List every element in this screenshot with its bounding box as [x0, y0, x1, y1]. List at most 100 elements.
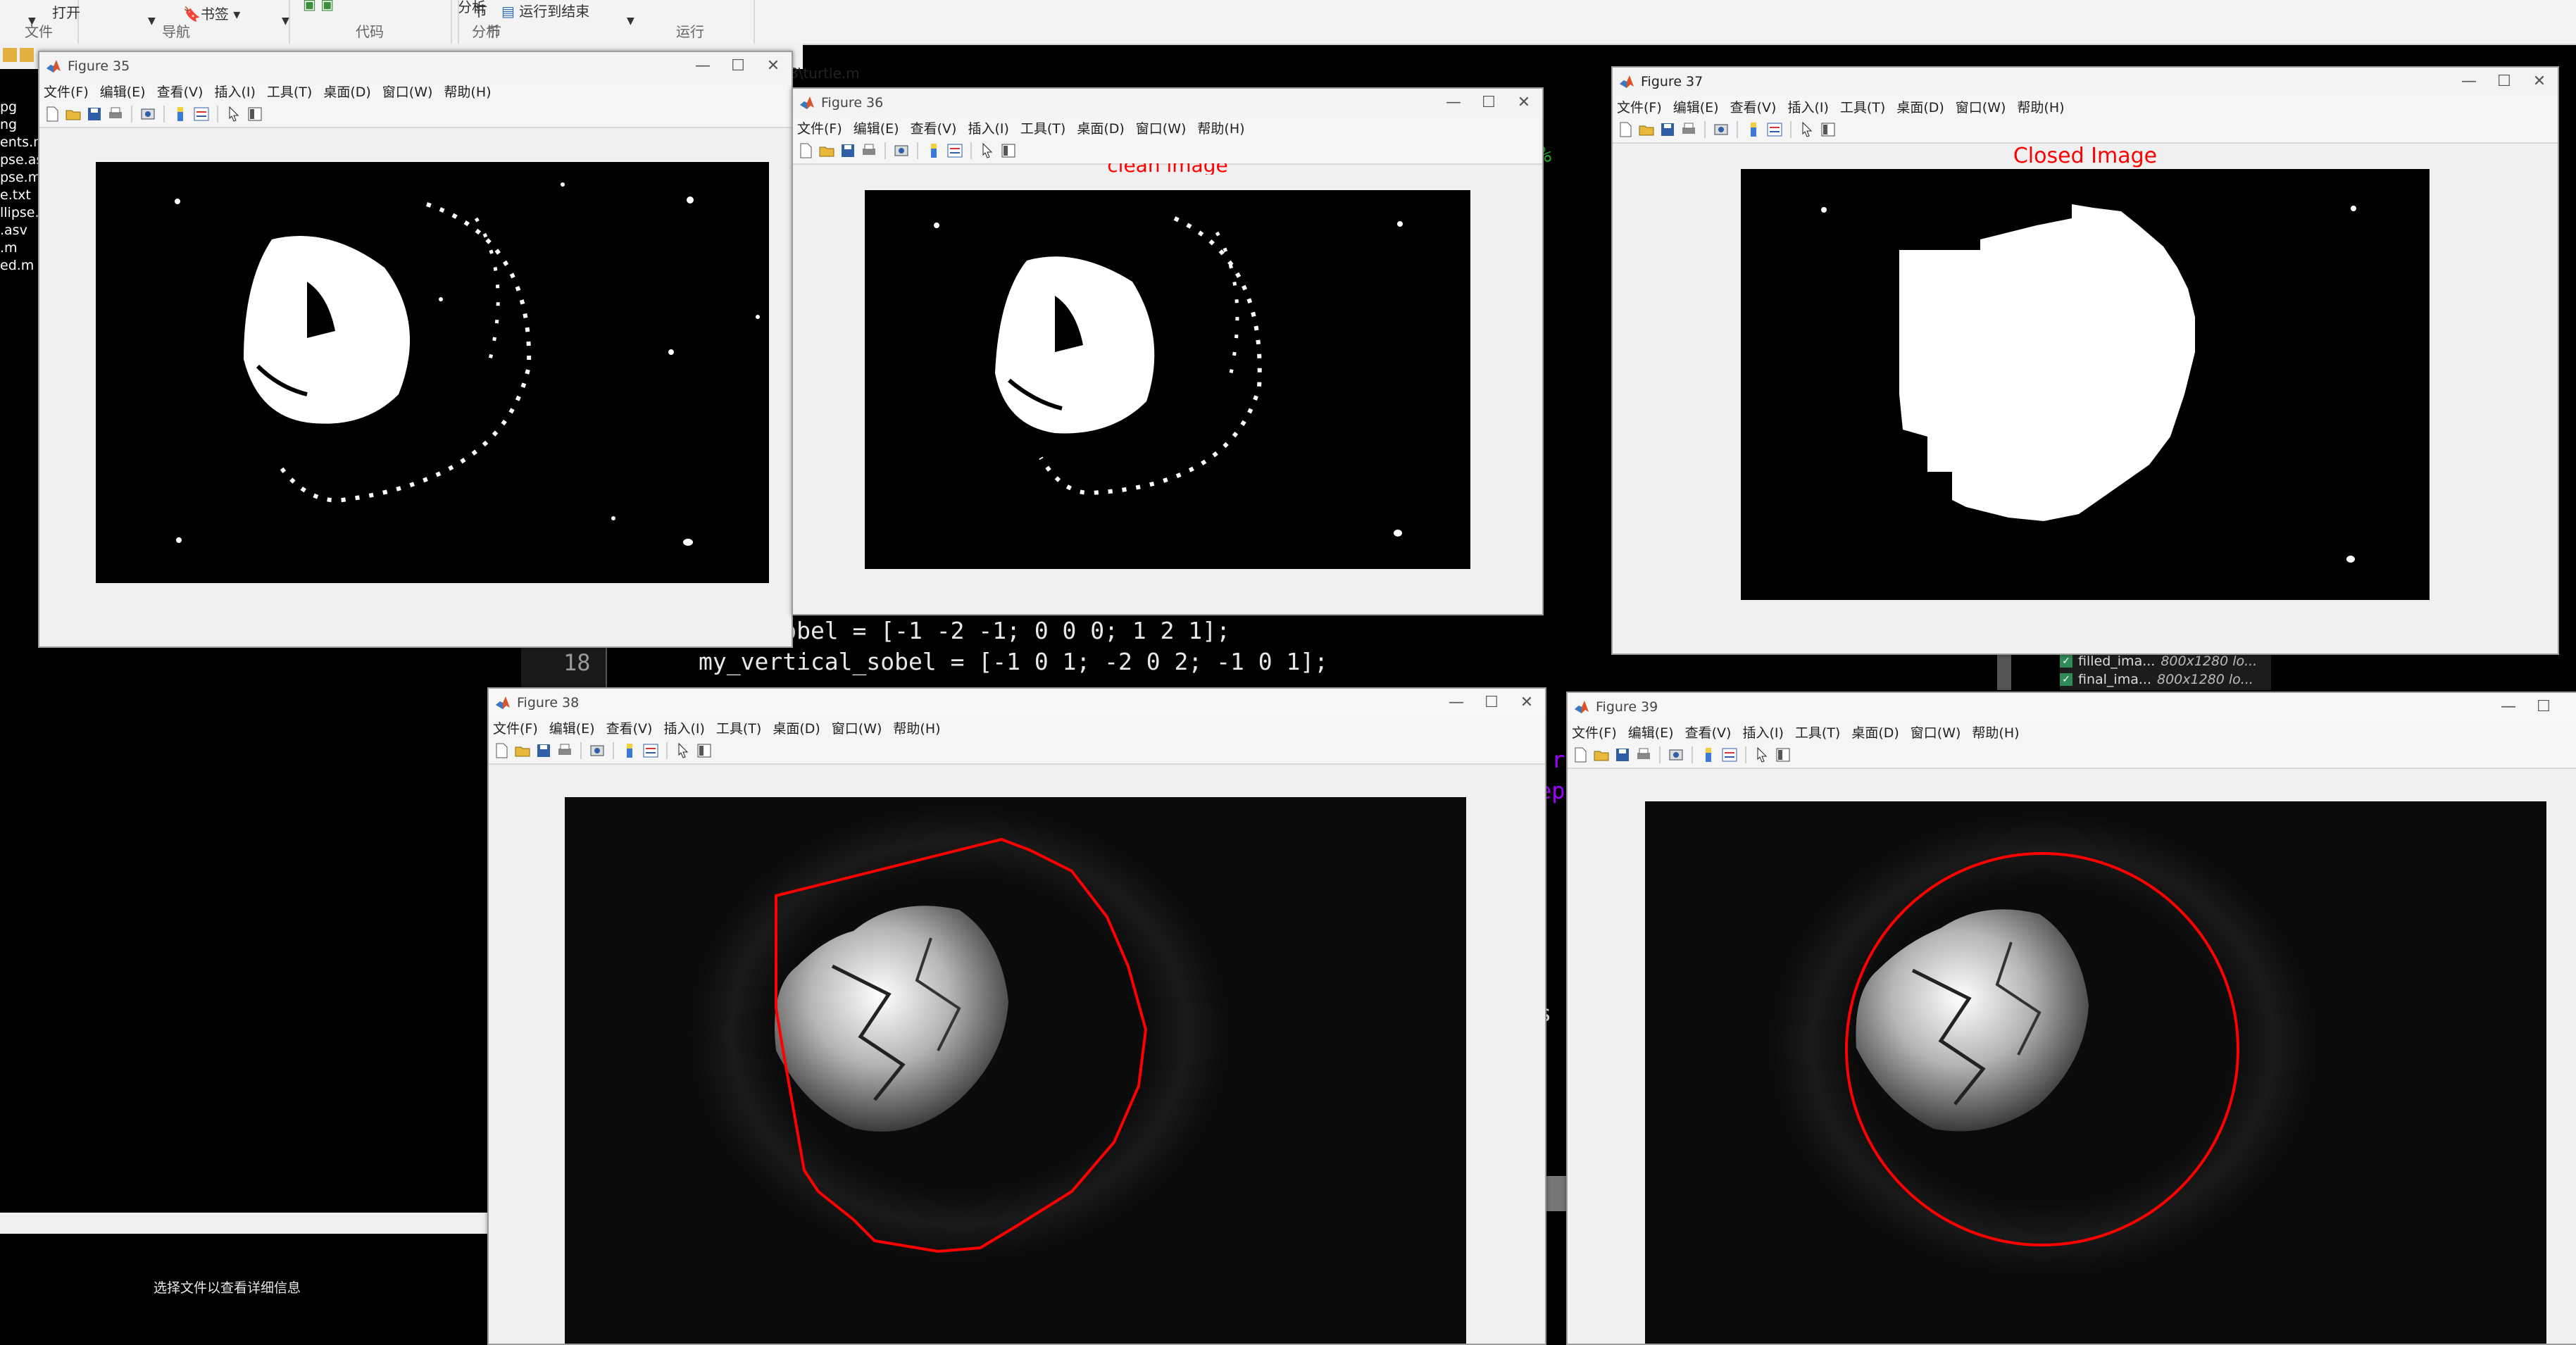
title-bar[interactable]: Figure 36 — ☐ ✕: [793, 89, 1542, 117]
figure-39-window[interactable]: Figure 39 — ☐ 文件(F) 编辑(E) 查看(V) 插入(I) 工具…: [1566, 692, 2576, 1345]
menu-edit[interactable]: 编辑(E): [100, 82, 146, 101]
property-editor-icon[interactable]: [696, 742, 713, 759]
pointer-icon[interactable]: [979, 142, 996, 159]
menu-view[interactable]: 查看(V): [1730, 97, 1777, 116]
close-icon[interactable]: ✕: [1511, 90, 1537, 115]
link-plot-icon[interactable]: [1668, 746, 1684, 763]
maximize-icon[interactable]: ☐: [2531, 694, 2556, 720]
menu-tools[interactable]: 工具(T): [1795, 722, 1840, 742]
property-editor-icon[interactable]: [1000, 142, 1017, 159]
open-folder-icon[interactable]: [818, 142, 835, 159]
menu-desktop[interactable]: 桌面(D): [323, 82, 370, 101]
folder-icon[interactable]: [3, 48, 17, 62]
colorbar-icon[interactable]: [1700, 746, 1717, 763]
save-icon[interactable]: [839, 142, 856, 159]
minimize-icon[interactable]: —: [1441, 90, 1466, 115]
save-icon[interactable]: [1659, 121, 1676, 138]
colorbar-icon[interactable]: [1745, 121, 1762, 138]
file-item[interactable]: ng: [0, 116, 38, 134]
menu-window[interactable]: 窗口(W): [1136, 118, 1187, 137]
file-item[interactable]: e.txt: [0, 187, 38, 204]
file-item[interactable]: .asv: [0, 222, 38, 239]
link-plot-icon[interactable]: [589, 742, 606, 759]
menu-insert[interactable]: 插入(I): [968, 118, 1008, 137]
close-icon[interactable]: ✕: [2527, 69, 2552, 94]
file-item[interactable]: pse.asv: [0, 151, 38, 169]
maximize-icon[interactable]: ☐: [2491, 69, 2517, 94]
menu-view[interactable]: 查看(V): [157, 82, 204, 101]
new-file-icon[interactable]: [44, 106, 61, 123]
link-plot-icon[interactable]: [1713, 121, 1730, 138]
property-editor-icon[interactable]: [1775, 746, 1792, 763]
section-button[interactable]: 节: [473, 0, 487, 20]
figure-38-window[interactable]: Figure 38 — ☐ ✕ 文件(F) 编辑(E) 查看(V) 插入(I) …: [487, 687, 1546, 1345]
close-icon[interactable]: ✕: [761, 54, 786, 79]
pointer-icon[interactable]: [1753, 746, 1770, 763]
pointer-icon[interactable]: [225, 106, 242, 123]
menu-insert[interactable]: 插入(I): [1787, 97, 1828, 116]
menu-desktop[interactable]: 桌面(D): [1851, 722, 1899, 742]
file-item[interactable]: ed.m: [0, 257, 38, 275]
image-axes[interactable]: [565, 797, 1466, 1344]
minimize-icon[interactable]: —: [2456, 69, 2482, 94]
print-icon[interactable]: [1635, 746, 1652, 763]
legend-icon[interactable]: [946, 142, 963, 159]
title-bar[interactable]: Figure 35 — ☐ ✕: [39, 52, 792, 80]
title-bar[interactable]: Figure 39 — ☐: [1568, 693, 2576, 721]
new-file-icon[interactable]: [1617, 121, 1634, 138]
menu-edit[interactable]: 编辑(E): [854, 118, 899, 137]
print-icon[interactable]: [107, 106, 124, 123]
open-button[interactable]: 打开: [52, 1, 80, 22]
maximize-icon[interactable]: ☐: [1479, 690, 1504, 715]
open-folder-icon[interactable]: [514, 742, 531, 759]
colorbar-icon[interactable]: [621, 742, 638, 759]
menu-desktop[interactable]: 桌面(D): [1896, 97, 1944, 116]
colorbar-icon[interactable]: [925, 142, 942, 159]
menu-window[interactable]: 窗口(W): [1956, 97, 2006, 116]
legend-icon[interactable]: [642, 742, 659, 759]
title-bar[interactable]: Figure 38 — ☐ ✕: [489, 689, 1545, 717]
menu-help[interactable]: 帮助(H): [1972, 722, 2019, 742]
menu-file[interactable]: 文件(F): [1617, 97, 1662, 116]
new-file-icon[interactable]: [493, 742, 510, 759]
open-folder-icon[interactable]: [1593, 746, 1610, 763]
figure-36-window[interactable]: Figure 36 — ☐ ✕ 文件(F) 编辑(E) 查看(V) 插入(I) …: [792, 87, 1544, 615]
maximize-icon[interactable]: ☐: [725, 54, 751, 79]
menu-desktop[interactable]: 桌面(D): [773, 718, 820, 737]
menu-tools[interactable]: 工具(T): [267, 82, 312, 101]
checkbox-icon[interactable]: ✓: [2060, 673, 2072, 686]
file-item[interactable]: pse.m: [0, 169, 38, 187]
menu-tools[interactable]: 工具(T): [716, 718, 761, 737]
maximize-icon[interactable]: ☐: [1476, 90, 1501, 115]
save-icon[interactable]: [86, 106, 103, 123]
menu-view[interactable]: 查看(V): [911, 118, 957, 137]
checkbox-icon[interactable]: ✓: [2060, 655, 2072, 668]
menu-edit[interactable]: 编辑(E): [549, 718, 595, 737]
property-editor-icon[interactable]: [246, 106, 263, 123]
run-to-end-button[interactable]: ▤ 运行到结束: [501, 0, 589, 20]
menu-help[interactable]: 帮助(H): [444, 82, 491, 101]
title-bar[interactable]: Figure 37 — ☐ ✕: [1613, 68, 2558, 96]
new-file-icon[interactable]: [797, 142, 814, 159]
property-editor-icon[interactable]: [1820, 121, 1837, 138]
minimize-icon[interactable]: —: [2496, 694, 2521, 720]
save-icon[interactable]: [1614, 746, 1631, 763]
link-plot-icon[interactable]: [139, 106, 156, 123]
new-file-icon[interactable]: [1572, 746, 1589, 763]
figure-35-window[interactable]: Figure 35 — ☐ ✕ 文件(F) 编辑(E) 查看(V) 插入(I) …: [38, 51, 793, 648]
menu-edit[interactable]: 编辑(E): [1673, 97, 1719, 116]
link-plot-icon[interactable]: [893, 142, 910, 159]
print-icon[interactable]: [1680, 121, 1697, 138]
menu-file[interactable]: 文件(F): [493, 718, 538, 737]
menu-window[interactable]: 窗口(W): [1911, 722, 1961, 742]
menu-help[interactable]: 帮助(H): [1197, 118, 1244, 137]
print-icon[interactable]: [556, 742, 573, 759]
file-item[interactable]: pg: [0, 99, 38, 116]
menu-file[interactable]: 文件(F): [1572, 722, 1617, 742]
file-item[interactable]: .m: [0, 239, 38, 257]
open-folder-icon[interactable]: [65, 106, 82, 123]
open-folder-icon[interactable]: [1638, 121, 1655, 138]
colorbar-icon[interactable]: [172, 106, 189, 123]
file-item[interactable]: ents.m: [0, 134, 38, 151]
menu-insert[interactable]: 插入(I): [1742, 722, 1783, 742]
